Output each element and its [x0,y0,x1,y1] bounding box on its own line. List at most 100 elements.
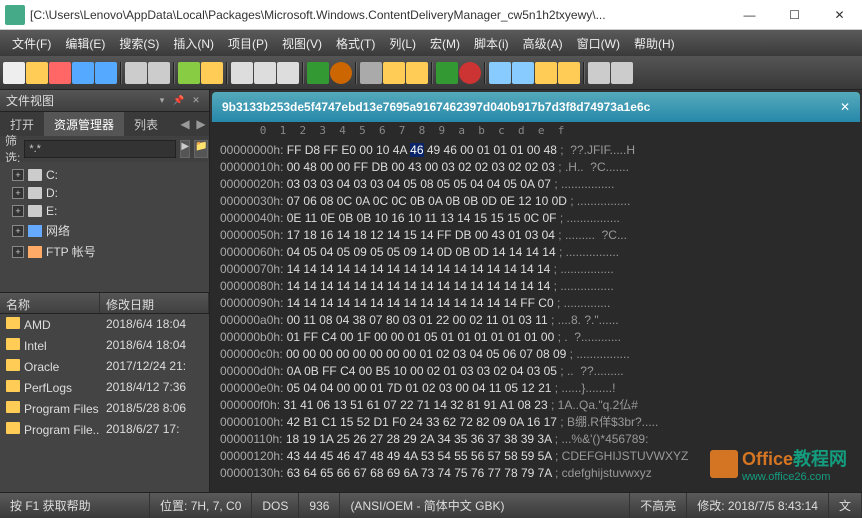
hex-icon[interactable] [201,62,223,84]
save-icon[interactable] [72,62,94,84]
hex-row[interactable]: 00000080h: 14 14 14 14 14 14 14 14 14 14… [220,278,852,295]
tab-next-icon[interactable]: ▶ [193,117,209,131]
save-as-icon[interactable] [95,62,117,84]
open-icon[interactable] [26,62,48,84]
t4-icon[interactable] [558,62,580,84]
sidebar: 文件视图 ▾ 📌 ✕ 打开资源管理器列表◀▶ 筛选: ▶ 📁 +C:+D:+E:… [0,90,210,492]
list-item[interactable]: Oracle2017/12/24 21: [0,356,209,377]
file-tab[interactable]: 9b3133b253de5f4747ebd13e7695a9167462397d… [212,92,860,122]
status-bar: 按 F1 获取帮助 位置: 7H, 7, C0 DOS 936 (ANSI/OE… [0,492,862,518]
hex-view[interactable]: 00000000h: FF D8 FF E0 00 10 4A 46 49 46… [210,140,862,492]
list-item[interactable]: Program File...2018/6/27 17: [0,419,209,440]
panel-menu-icon[interactable]: ▾ [155,94,169,108]
sidebar-tab[interactable]: 列表 [124,112,168,137]
maximize-button[interactable]: ☐ [772,0,817,30]
watermark-icon [710,450,738,478]
panel-close-icon[interactable]: ✕ [189,94,203,108]
t5-icon[interactable] [588,62,610,84]
tree-item[interactable]: +C: [4,166,205,184]
list3-icon[interactable] [277,62,299,84]
copy-icon[interactable] [383,62,405,84]
status-encoding: (ANSI/OEM - 简体中文 GBK) [340,493,630,518]
sidebar-tabs: 打开资源管理器列表◀▶ [0,112,209,136]
hex-row[interactable]: 00000010h: 00 48 00 00 FF DB 00 43 00 03… [220,159,852,176]
hex-row[interactable]: 000000b0h: 01 FF C4 00 1F 00 00 01 05 01… [220,329,852,346]
file-tab-label: 9b3133b253de5f4747ebd13e7695a9167462397d… [222,100,650,114]
close-button[interactable]: ✕ [817,0,862,30]
menu-item[interactable]: 搜索(S) [112,35,166,52]
t6-icon[interactable] [611,62,633,84]
menu-item[interactable]: 高级(A) [516,35,570,52]
circle-icon[interactable] [330,62,352,84]
minimize-button[interactable]: — [727,0,772,30]
list1-icon[interactable] [231,62,253,84]
filter-label: 筛选: [5,132,20,166]
status-codepage: 936 [299,493,340,518]
hex-row[interactable]: 000000d0h: 0A 0B FF C4 00 B5 10 00 02 01… [220,363,852,380]
app-icon [5,5,25,25]
hex-row[interactable]: 000000a0h: 00 11 08 04 38 07 80 03 01 22… [220,312,852,329]
tab-prev-icon[interactable]: ◀ [177,117,193,131]
t3-icon[interactable] [535,62,557,84]
tab-close-icon[interactable]: ✕ [840,100,850,114]
menu-item[interactable]: 帮助(H) [627,35,682,52]
menu-item[interactable]: 视图(V) [275,35,329,52]
preview-icon[interactable] [148,62,170,84]
list-item[interactable]: Program Files2018/5/28 8:06 [0,398,209,419]
web-icon[interactable] [307,62,329,84]
menu-item[interactable]: 项目(P) [221,35,275,52]
col-date[interactable]: 修改日期 [100,293,209,313]
hex-row[interactable]: 00000090h: 14 14 14 14 14 14 14 14 14 14… [220,295,852,312]
t2-icon[interactable] [512,62,534,84]
menu-item[interactable]: 宏(M) [423,35,467,52]
sidebar-tab[interactable]: 资源管理器 [44,112,124,137]
new-icon[interactable] [3,62,25,84]
hex-row[interactable]: 00000100h: 42 B1 C1 15 52 D1 F0 24 33 62… [220,414,852,431]
file-list[interactable]: AMD2018/6/4 18:04Intel2018/6/4 18:04Orac… [0,314,209,492]
toolbar [0,56,862,90]
line-icon[interactable] [178,62,200,84]
drive-tree[interactable]: +C:+D:+E:+网络+FTP 帐号 [0,162,209,292]
hex-row[interactable]: 00000020h: 03 03 03 04 03 03 04 05 08 05… [220,176,852,193]
menu-item[interactable]: 编辑(E) [58,35,112,52]
list-item[interactable]: AMD2018/6/4 18:04 [0,314,209,335]
filter-browse-icon[interactable]: 📁 [194,140,208,158]
menu-item[interactable]: 脚本(i) [467,35,516,52]
paste-icon[interactable] [406,62,428,84]
menu-item[interactable]: 插入(N) [166,35,221,52]
col-name[interactable]: 名称 [0,293,100,313]
list-header: 名称 修改日期 [0,292,209,314]
menu-item[interactable]: 列(L) [382,35,423,52]
status-pos: 位置: 7H, 7, C0 [150,493,252,518]
hex-row[interactable]: 00000060h: 04 05 04 05 09 05 05 09 14 0D… [220,244,852,261]
hex-row[interactable]: 00000040h: 0E 11 0E 0B 0B 10 16 10 11 13… [220,210,852,227]
hex-row[interactable]: 000000c0h: 00 00 00 00 00 00 00 00 01 02… [220,346,852,363]
list-item[interactable]: Intel2018/6/4 18:04 [0,335,209,356]
hex-row[interactable]: 00000030h: 07 06 08 0C 0A 0C 0C 0B 0A 0B… [220,193,852,210]
menu-item[interactable]: 格式(T) [329,35,382,52]
hex-row[interactable]: 00000050h: 17 18 16 14 18 12 14 15 14 FF… [220,227,852,244]
print-icon[interactable] [125,62,147,84]
tree-item[interactable]: +网络 [4,220,205,241]
panel-pin-icon[interactable]: 📌 [172,94,186,108]
list2-icon[interactable] [254,62,276,84]
t1-icon[interactable] [489,62,511,84]
hex-row[interactable]: 00000070h: 14 14 14 14 14 14 14 14 14 14… [220,261,852,278]
play-icon[interactable] [436,62,458,84]
cut-icon[interactable] [360,62,382,84]
filter-input[interactable] [24,140,176,158]
filter-go-icon[interactable]: ▶ [180,140,190,158]
hex-row[interactable]: 000000f0h: 31 41 06 13 51 61 07 22 71 14… [220,397,852,414]
tree-item[interactable]: +E: [4,202,205,220]
hex-ruler: 0 1 2 3 4 5 6 7 8 9 a b c d e f [210,122,862,140]
close-file-icon[interactable] [49,62,71,84]
rec-icon[interactable] [459,62,481,84]
menu-item[interactable]: 文件(F) [5,35,58,52]
hex-row[interactable]: 000000e0h: 05 04 04 00 00 01 7D 01 02 03… [220,380,852,397]
hex-row[interactable]: 00000000h: FF D8 FF E0 00 10 4A 46 49 46… [220,142,852,159]
list-item[interactable]: PerfLogs2018/4/12 7:36 [0,377,209,398]
tree-item[interactable]: +FTP 帐号 [4,241,205,262]
tree-item[interactable]: +D: [4,184,205,202]
menu-item[interactable]: 窗口(W) [570,35,627,52]
sidebar-header: 文件视图 ▾ 📌 ✕ [0,90,209,112]
